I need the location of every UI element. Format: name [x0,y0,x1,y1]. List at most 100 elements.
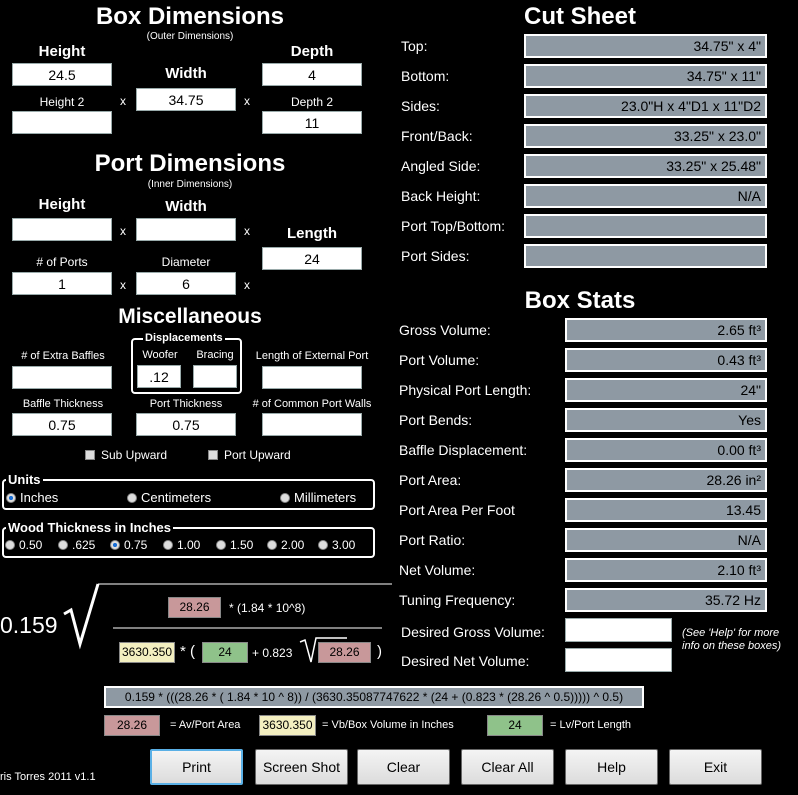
wood-option-label: 2.00 [281,538,305,552]
desired-gross-input[interactable] [565,618,672,642]
wood-radio-0-625[interactable]: .625 [58,538,95,552]
legend-vb-text: = Vb/Box Volume in Inches [322,719,454,731]
ext-port-input[interactable] [262,366,362,389]
cut-sheet-title: Cut Sheet [523,3,636,30]
diameter-label: Diameter [161,255,211,269]
port-x-4: x [244,278,250,292]
print-button[interactable]: Print [150,749,243,785]
radio-selected-icon [6,493,16,503]
desired-net-label: Desired Net Volume: [401,653,530,669]
displacements-label: Displacements [143,332,225,344]
box-dimensions-title: Box Dimensions [95,3,285,30]
cut-sheet-value: N/A [524,184,767,208]
port-upward-label: Port Upward [224,448,291,462]
wood-option-label: 1.50 [230,538,254,552]
port-thickness-label: Port Thickness [149,398,223,410]
box-x-1: x [120,94,126,108]
units-option-label: Inches [20,490,59,505]
box-stat-label: Port Volume: [399,352,480,368]
cut-sheet-value: 33.25" x 25.48" [524,154,767,178]
cut-sheet-label: Port Sides: [401,248,470,264]
help-note: (See 'Help' for more info on these boxes… [682,627,782,652]
wood-radio-1-00[interactable]: 1.00 [163,538,200,552]
port-x-2: x [244,224,250,238]
port-width-input[interactable] [136,218,236,241]
legend-lv-chip: 24 [487,715,543,736]
extra-baffles-label: # of Extra Baffles [21,350,105,362]
radio-icon [216,540,226,550]
formula-coefficient: 0.159 [0,612,58,638]
box-stat-label: Gross Volume: [399,322,491,338]
wood-option-label: 1.00 [177,538,201,552]
box-stat-value: 35.72 Hz [565,588,767,612]
wood-radio-1-50[interactable]: 1.50 [216,538,253,552]
units-radio-millimeters[interactable]: Millimeters [280,490,356,505]
box-width-label: Width [165,65,207,82]
screenshot-button[interactable]: Screen Shot [255,749,348,785]
formula-paren-close: ) [377,643,382,660]
formula-expression: 0.159 * (((28.26 * ( 1.84 * 10 ^ 8)) / (… [104,686,644,708]
extra-baffles-input[interactable] [12,366,112,389]
box-stat-label: Port Area: [399,472,462,488]
cut-sheet-label: Sides: [401,98,440,114]
box-stat-label: Port Area Per Foot [399,502,515,518]
box-width-input[interactable] [136,88,236,111]
port-length-input[interactable] [262,247,362,270]
box-depth2-input[interactable] [262,111,362,134]
diameter-input[interactable] [136,272,236,295]
sub-upward-label: Sub Upward [101,448,168,462]
sub-upward-checkbox[interactable]: Sub Upward [85,448,167,462]
box-stat-value: 0.43 ft³ [565,348,767,372]
port-length-label: Length [287,225,337,242]
cut-sheet-label: Bottom: [401,68,450,84]
formula-numerator-tail: * (1.84 * 10^8) [229,601,306,615]
wood-radio-0-75[interactable]: 0.75 [110,538,147,552]
box-height-input[interactable] [12,63,112,86]
box-stat-label: Baffle Displacement: [399,442,528,458]
port-upward-checkbox[interactable]: Port Upward [208,448,291,462]
num-ports-label: # of Ports [36,255,88,269]
port-height-input[interactable] [12,218,112,241]
box-height-label: Height [38,43,86,60]
units-radio-inches[interactable]: Inches [6,490,58,505]
common-walls-input[interactable] [262,413,362,436]
desired-net-input[interactable] [565,648,672,672]
cut-sheet-value: 34.75" x 11" [524,64,767,88]
box-stat-label: Port Bends: [399,412,473,428]
wood-radio-0-50[interactable]: 0.50 [5,538,42,552]
box-stat-value: 28.26 in² [565,468,767,492]
clear-all-button[interactable]: Clear All [461,749,554,785]
wood-radio-2-00[interactable]: 2.00 [267,538,304,552]
woofer-input[interactable] [137,365,181,388]
formula-lv-chip: 24 [202,642,248,663]
cut-sheet-value: 34.75" x 4" [524,34,767,58]
radio-icon [267,540,277,550]
legend-av-text: = Av/Port Area [170,719,241,731]
wood-radio-3-00[interactable]: 3.00 [318,538,355,552]
units-option-label: Millimeters [294,490,357,505]
cut-sheet-label: Top: [401,38,428,54]
box-stat-value: 2.65 ft³ [565,318,767,342]
formula-av2-chip: 28.26 [318,642,371,663]
box-stat-label: Physical Port Length: [399,382,532,398]
num-ports-input[interactable] [12,272,112,295]
port-x-1: x [120,224,126,238]
bracing-input[interactable] [193,365,237,388]
radio-selected-icon [110,540,120,550]
formula-av-chip: 28.26 [168,597,221,618]
help-button[interactable]: Help [565,749,658,785]
clear-button[interactable]: Clear [357,749,450,785]
box-depth-label: Depth [290,43,334,60]
woofer-label: Woofer [142,349,178,361]
units-label: Units [6,472,43,487]
baffle-thickness-input[interactable] [12,413,112,436]
box-height2-label: Height 2 [39,95,85,109]
box-depth2-label: Depth 2 [290,95,334,109]
box-stat-value: 2.10 ft³ [565,558,767,582]
exit-button[interactable]: Exit [669,749,762,785]
units-radio-centimeters[interactable]: Centimeters [127,490,211,505]
box-depth-input[interactable] [262,63,362,86]
cut-sheet-label: Angled Side: [401,158,481,174]
port-thickness-input[interactable] [136,413,236,436]
box-height2-input[interactable] [12,111,112,134]
